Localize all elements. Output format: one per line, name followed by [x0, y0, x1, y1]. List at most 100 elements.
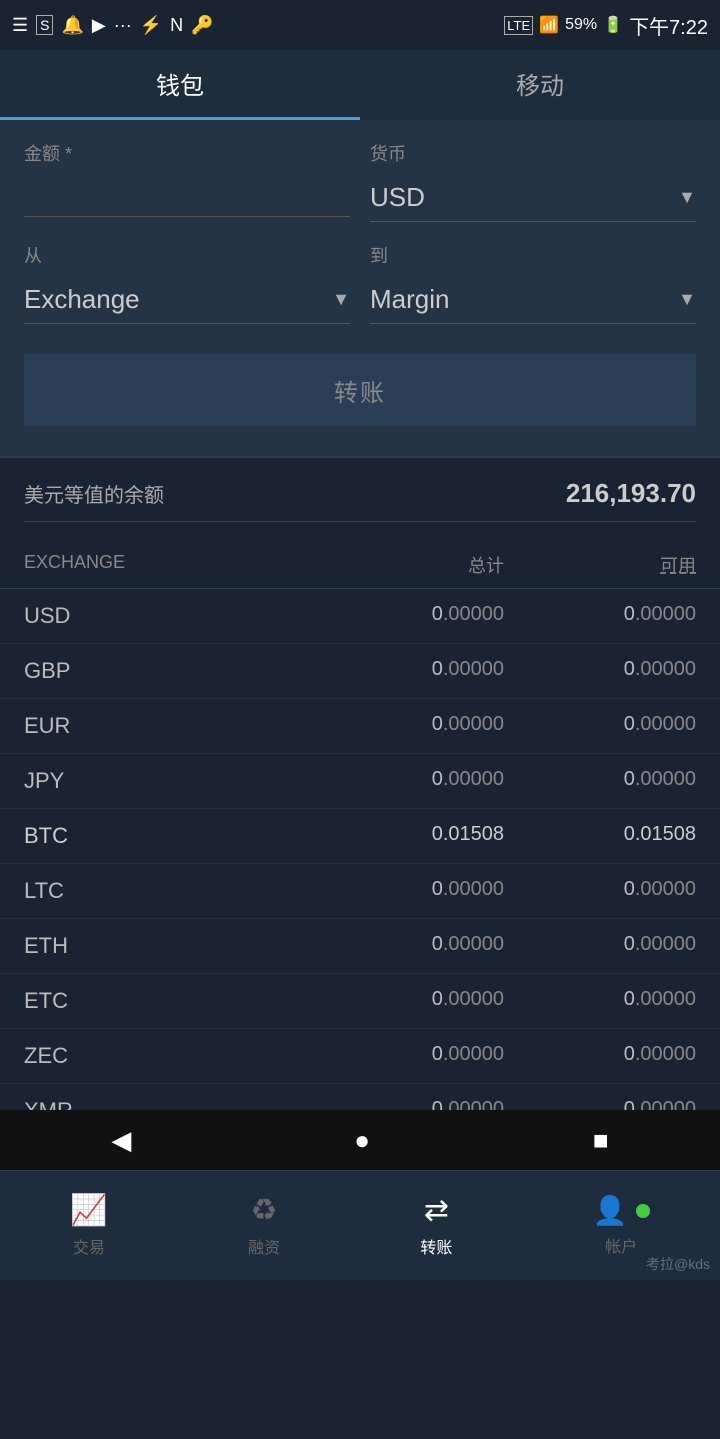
currency-total: 0.00000: [312, 1043, 504, 1069]
col-avail-header: 可用: [504, 552, 696, 578]
currency-total: 0.00000: [312, 878, 504, 904]
to-dropdown-arrow: ▼: [678, 289, 696, 310]
currency-name: BTC: [24, 823, 312, 849]
currency-total: 0.00000: [312, 988, 504, 1014]
lte-icon: LTE: [504, 16, 533, 35]
form-row-bottom: 从 Exchange ▼ 到 Margin ▼: [24, 242, 696, 324]
from-label: 从: [24, 242, 350, 268]
balance-row: 美元等值的余额 216,193.70: [24, 478, 696, 522]
currency-name: LTC: [24, 878, 312, 904]
from-value: Exchange: [24, 284, 332, 315]
bluetooth-icon: ⚡: [140, 15, 162, 36]
to-select[interactable]: Margin ▼: [370, 276, 696, 324]
nav-account[interactable]: 👤 帐户: [593, 1194, 650, 1257]
dots-icon: ···: [114, 15, 132, 36]
n-icon: N: [170, 15, 183, 36]
currency-total: 0.00000: [312, 658, 504, 684]
currency-total: 0.00000: [312, 933, 504, 959]
transfer-button[interactable]: 转账: [24, 354, 696, 426]
account-icon: 👤: [593, 1194, 628, 1227]
table-row: USD 0.00000 0.00000: [0, 589, 720, 644]
currency-avail: 0.00000: [504, 878, 696, 904]
col-total-header: 总计: [312, 552, 504, 578]
balance-label: 美元等值的余额: [24, 479, 164, 508]
watermark: 考拉@kds: [646, 1254, 710, 1274]
status-bar: ☰ S 🔔 ▶ ··· ⚡ N 🔑 LTE 📶 59% 🔋 下午7:22: [0, 0, 720, 50]
s-icon: S: [36, 15, 53, 35]
tab-wallet[interactable]: 钱包: [0, 50, 360, 120]
table-row: ETC 0.00000 0.00000: [0, 974, 720, 1029]
battery-icon: 🔋: [603, 15, 623, 35]
form-section: 金额 * 货币 USD ▼ 从 Exchange ▼ 到 Margin ▼: [0, 120, 720, 456]
bell-icon: 🔔: [61, 15, 83, 36]
finance-icon: ♻: [251, 1193, 278, 1228]
account-online-dot: [636, 1204, 650, 1218]
exchange-header-row: EXCHANGE 总计 可用: [0, 542, 720, 589]
time-display: 下午7:22: [629, 11, 708, 40]
currency-avail: 0.01508: [504, 823, 696, 849]
from-dropdown-arrow: ▼: [332, 289, 350, 310]
currency-avail: 0.00000: [504, 988, 696, 1014]
table-row: BTC 0.01508 0.01508: [0, 809, 720, 864]
currency-name: JPY: [24, 768, 312, 794]
amount-label: 金额 *: [24, 140, 350, 166]
currency-name: ETC: [24, 988, 312, 1014]
home-button[interactable]: ●: [354, 1125, 370, 1156]
trade-icon: 📈: [70, 1193, 107, 1228]
status-left-icons: ☰ S 🔔 ▶ ··· ⚡ N 🔑: [12, 15, 214, 36]
amount-group: 金额 *: [24, 140, 350, 222]
to-group: 到 Margin ▼: [370, 242, 696, 324]
tab-move[interactable]: 移动: [360, 50, 720, 120]
currency-avail: 0.00000: [504, 658, 696, 684]
nav-trade-label: 交易: [73, 1234, 105, 1258]
currency-value: USD: [370, 182, 678, 213]
to-label: 到: [370, 242, 696, 268]
nav-transfer-label: 转账: [420, 1234, 452, 1258]
table-row: EUR 0.00000 0.00000: [0, 699, 720, 754]
nav-transfer[interactable]: ⇄ 转账: [420, 1193, 452, 1258]
currency-avail: 0.00000: [504, 603, 696, 629]
bottom-nav: 📈 交易 ♻ 融资 ⇄ 转账 👤 帐户: [0, 1170, 720, 1280]
nav-finance-label: 融资: [248, 1234, 280, 1258]
currency-name: ZEC: [24, 1043, 312, 1069]
currency-label: 货币: [370, 140, 696, 166]
balance-value: 216,193.70: [566, 478, 696, 509]
currency-group: 货币 USD ▼: [370, 140, 696, 222]
battery-text: 59%: [565, 16, 597, 34]
amount-input[interactable]: [24, 174, 350, 217]
table-row: GBP 0.00000 0.00000: [0, 644, 720, 699]
status-right-icons: LTE 📶 59% 🔋 下午7:22: [504, 11, 708, 40]
currency-name: ETH: [24, 933, 312, 959]
key-icon: 🔑: [191, 15, 213, 36]
currency-total: 0.00000: [312, 603, 504, 629]
transfer-icon: ⇄: [424, 1193, 449, 1228]
signal-icon: 📶: [539, 15, 559, 35]
currency-name: EUR: [24, 713, 312, 739]
currency-avail: 0.00000: [504, 1043, 696, 1069]
tab-header: 钱包 移动: [0, 50, 720, 120]
currency-total: 0.00000: [312, 713, 504, 739]
currency-total: 0.00000: [312, 768, 504, 794]
back-button[interactable]: ◀: [111, 1125, 131, 1156]
nav-finance[interactable]: ♻ 融资: [248, 1193, 280, 1258]
system-bar: ◀ ● ■: [0, 1110, 720, 1170]
balance-section: 美元等值的余额 216,193.70: [0, 456, 720, 532]
currency-dropdown-arrow: ▼: [678, 187, 696, 208]
currency-name: USD: [24, 603, 312, 629]
to-value: Margin: [370, 284, 678, 315]
table-row: ZEC 0.00000 0.00000: [0, 1029, 720, 1084]
currency-avail: 0.00000: [504, 713, 696, 739]
currency-total: 0.01508: [312, 823, 504, 849]
currency-avail: 0.00000: [504, 933, 696, 959]
form-row-top: 金额 * 货币 USD ▼: [24, 140, 696, 222]
table-row: LTC 0.00000 0.00000: [0, 864, 720, 919]
currency-select[interactable]: USD ▼: [370, 174, 696, 222]
recent-button[interactable]: ■: [593, 1125, 609, 1156]
from-select[interactable]: Exchange ▼: [24, 276, 350, 324]
nav-account-label: 帐户: [605, 1233, 637, 1257]
table-row: ETH 0.00000 0.00000: [0, 919, 720, 974]
from-group: 从 Exchange ▼: [24, 242, 350, 324]
nav-trade[interactable]: 📈 交易: [70, 1193, 107, 1258]
play-icon: ▶: [92, 15, 106, 36]
exchange-section-label: EXCHANGE: [24, 552, 312, 578]
